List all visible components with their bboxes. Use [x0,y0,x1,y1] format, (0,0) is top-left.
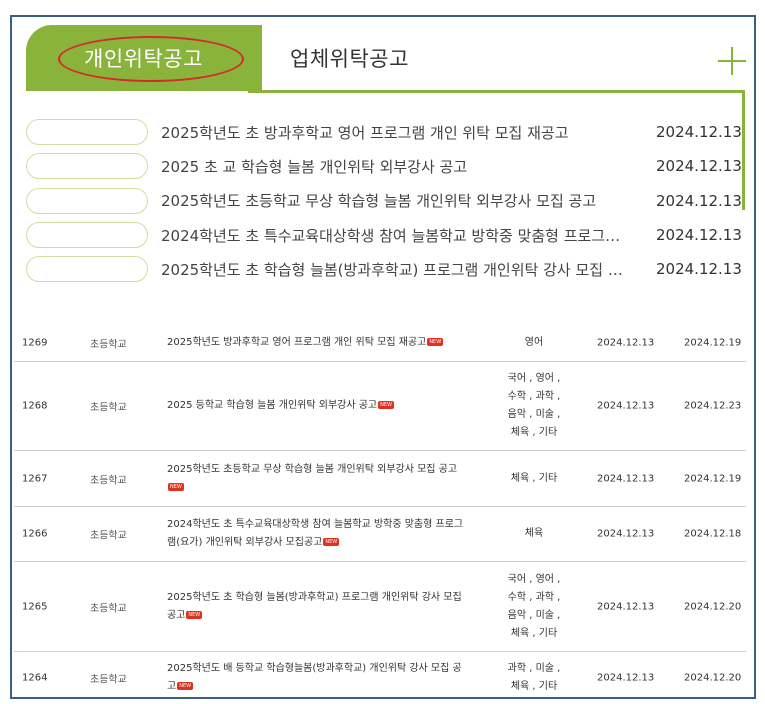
notice-title[interactable]: 2025학년도 초 학습형 늘봄(방과후학교) 프로그램 개인위탁 강사 모집 … [161,259,651,280]
row-number: 1265 [22,601,48,612]
table-row[interactable]: 1266 초등학교 2024학년도 초 특수교육대상학생 참여 늘봄학교 방학중… [14,507,746,562]
table-row[interactable]: 1269 초등학교 2025학년도 방과후학교 영어 프로그램 개인 위탁 모집… [14,324,746,362]
notice-date: 2024.12.13 [656,157,742,176]
divider [248,90,744,93]
notice-table: 1269 초등학교 2025학년도 방과후학교 영어 프로그램 개인 위탁 모집… [14,324,746,697]
notice-title[interactable]: 2024학년도 초 특수교육대상학생 참여 늘봄학교 방학중 맞춤형 프로그… [161,225,651,246]
subject: 국어 , 영어 , 수학 , 과학 , 음악 , 미술 , 체육 , 기타 [507,573,561,639]
school-name: 초등학교 [90,402,127,414]
subject: 과학 , 미술 , 체육 , 기타 [507,663,561,692]
row-title-text[interactable]: 2024학년도 초 특수교육대상학생 참여 늘봄학교 방학중 맞춤형 프로그램(… [167,519,463,548]
school-name: 초등학교 [90,475,127,486]
registered-date: 2024.12.13 [597,528,655,540]
end-date: 2024.12.20 [684,601,742,612]
row-title[interactable]: 2025 등학교 학습형 늘봄 개인위탁 외부강사 공고 NEW [167,397,467,415]
registered-date: 2024.12.13 [597,337,655,348]
list-item[interactable]: 2025학년도 초 방과후학교 영어 프로그램 개인 위탁 모집 재공고 202… [26,115,742,149]
school-name: 초등학교 [90,339,127,350]
notice-date: 2024.12.13 [656,191,742,210]
row-title-text[interactable]: 2025 등학교 학습형 늘봄 개인위탁 외부강사 공고 [167,400,377,411]
notice-date: 2024.12.13 [656,226,742,245]
new-badge: NEW [378,401,394,409]
list-item[interactable]: 2025학년도 초등학교 무상 학습형 늘봄 개인위탁 외부강사 모집 공고 2… [26,184,742,218]
registered-date: 2024.12.13 [597,601,655,612]
notice-panel: 개인위탁공고 업체위탁공고 2025학년도 초 방과후학교 영어 프로그램 개인… [10,15,756,699]
divider-vertical [742,90,745,210]
subject: 체육 [524,528,544,539]
plus-icon[interactable] [718,47,746,75]
subject: 체육 , 기타 [510,472,558,484]
school-name: 초등학교 [90,530,127,542]
school-badge [26,221,148,248]
list-item[interactable]: 2024학년도 초 특수교육대상학생 참여 늘봄학교 방학중 맞춤형 프로그… … [26,218,742,252]
row-title-text[interactable]: 2025학년도 초 학습형 늘봄(방과후학교) 프로그램 개인위탁 강사 모집 … [167,592,462,621]
row-title[interactable]: 2025학년도 배 등학교 학습형늘봄(방과후학교) 개인위탁 강사 모집 공고… [167,660,467,696]
table-row[interactable]: 1267 초등학교 2025학년도 초등학교 무상 학습형 늘봄 개인위탁 외부… [14,451,746,507]
school-badge [26,119,148,145]
tab-company-consignment[interactable]: 업체위탁공고 [290,43,409,73]
notice-date: 2024.12.13 [656,123,742,142]
table-row[interactable]: 1264 초등학교 2025학년도 배 등학교 학습형늘봄(방과후학교) 개인위… [14,652,746,697]
registered-date: 2024.12.13 [597,672,655,684]
new-badge: NEW [323,538,340,546]
tab-bar: 개인위탁공고 업체위탁공고 [26,25,746,91]
registered-date: 2024.12.13 [597,473,655,484]
row-title[interactable]: 2025학년도 방과후학교 영어 프로그램 개인 위탁 모집 재공고 NEW [167,334,467,352]
school-badge [26,256,148,283]
row-number: 1268 [22,400,48,412]
new-badge: NEW [168,482,184,491]
row-title-text[interactable]: 2025학년도 배 등학교 학습형늘봄(방과후학교) 개인위탁 강사 모집 공고 [167,663,462,692]
subject: 국어 , 영어 , 수학 , 과학 , 음악 , 미술 , 체육 , 기타 [507,373,561,438]
end-date: 2024.12.19 [684,473,742,484]
notice-title[interactable]: 2025 초 교 학습형 늘봄 개인위탁 외부강사 공고 [161,156,651,177]
notice-title[interactable]: 2025학년도 초등학교 무상 학습형 늘봄 개인위탁 외부강사 모집 공고 [161,190,651,211]
table-row[interactable]: 1265 초등학교 2025학년도 초 학습형 늘봄(방과후학교) 프로그램 개… [14,562,746,652]
row-number: 1266 [22,528,48,540]
row-number: 1267 [22,473,48,484]
end-date: 2024.12.20 [684,672,742,684]
row-title-text[interactable]: 2025학년도 방과후학교 영어 프로그램 개인 위탁 모집 재공고 [167,337,426,348]
row-number: 1269 [22,337,48,348]
end-date: 2024.12.23 [684,400,742,412]
notice-date: 2024.12.13 [656,260,742,279]
school-badge [26,153,148,180]
list-item[interactable]: 2025 초 교 학습형 늘봄 개인위탁 외부강사 공고 2024.12.13 [26,149,742,183]
row-title[interactable]: 2024학년도 초 특수교육대상학생 참여 늘봄학교 방학중 맞춤형 프로그램(… [167,516,467,552]
subject: 영어 [524,336,544,348]
row-number: 1264 [22,672,48,684]
notice-list: 2025학년도 초 방과후학교 영어 프로그램 개인 위탁 모집 재공고 202… [26,115,742,286]
new-badge: NEW [177,682,194,690]
table-row[interactable]: 1268 초등학교 2025 등학교 학습형 늘봄 개인위탁 외부강사 공고 NE… [14,362,746,451]
school-badge [26,187,148,214]
new-badge: NEW [427,337,444,346]
row-title-text[interactable]: 2025학년도 초등학교 무상 학습형 늘봄 개인위탁 외부강사 모집 공고 [167,464,457,475]
registered-date: 2024.12.13 [597,400,655,412]
end-date: 2024.12.18 [684,528,742,540]
school-name: 초등학교 [90,603,127,614]
list-item[interactable]: 2025학년도 초 학습형 늘봄(방과후학교) 프로그램 개인위탁 강사 모집 … [26,252,742,286]
notice-title[interactable]: 2025학년도 초 방과후학교 영어 프로그램 개인 위탁 모집 재공고 [161,122,651,143]
highlight-circle [58,36,244,82]
new-badge: NEW [186,610,203,619]
row-title[interactable]: 2025학년도 초 학습형 늘봄(방과후학교) 프로그램 개인위탁 강사 모집 … [167,589,467,625]
school-name: 초등학교 [90,674,127,686]
end-date: 2024.12.19 [684,337,742,348]
row-title[interactable]: 2025학년도 초등학교 무상 학습형 늘봄 개인위탁 외부강사 모집 공고 NE… [167,461,467,497]
tab-individual-consignment[interactable]: 개인위탁공고 [26,25,262,91]
